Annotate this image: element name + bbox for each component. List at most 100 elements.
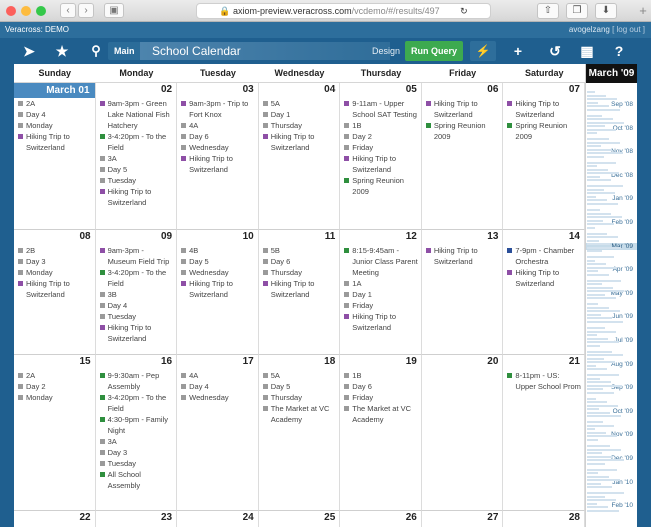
close-window-icon[interactable] — [6, 6, 16, 16]
rocket-icon[interactable]: ➤ — [18, 41, 40, 61]
calendar-event[interactable]: The Market at VC Academy — [262, 403, 337, 425]
calendar-event[interactable]: Friday — [344, 142, 418, 153]
calendar-event[interactable]: Hiking Trip to Switzerland — [99, 186, 174, 208]
calendar-event[interactable]: 9-11am - Upper School SAT Testing — [344, 98, 418, 120]
design-link[interactable]: Design — [372, 42, 400, 60]
calendar-day-cell[interactable]: 02 9am-3pm - Green Lake National Fish Hat… — [95, 83, 178, 230]
calendar-day-cell[interactable]: 20 — [421, 355, 504, 511]
calendar-day-cell[interactable]: 24 — [177, 511, 259, 527]
month-link[interactable]: Jun '09 — [612, 313, 633, 320]
calendar-event[interactable]: 4B — [181, 245, 255, 256]
calendar-event[interactable]: Friday — [344, 300, 418, 311]
calendar-event[interactable]: Hiking Trip to Switzerland — [181, 153, 255, 175]
calendar-event[interactable]: 3-4:20pm - To the Field — [99, 267, 174, 289]
calendar-day-cell[interactable]: 14 7-9pm - Chamber Orchestra Hiking Trip t… — [503, 230, 585, 355]
calendar-event[interactable]: Monday — [18, 120, 92, 131]
calendar-event[interactable]: Monday — [18, 392, 92, 403]
calendar-event[interactable]: 3-4:20pm - To the Field — [99, 131, 174, 153]
calendar-event[interactable]: 8-11pm - US: Upper School Prom — [507, 370, 581, 392]
download-icon[interactable]: ⬇ — [595, 3, 617, 19]
calendar-event[interactable]: 2A — [18, 370, 92, 381]
calendar-event[interactable]: Hiking Trip to Switzerland — [18, 131, 92, 153]
calendar-event[interactable]: Day 5 — [181, 256, 255, 267]
calendar-event[interactable]: Hiking Trip to Switzerland — [181, 278, 255, 300]
bolt-icon[interactable]: ⚡ — [470, 41, 496, 61]
calendar-day-cell[interactable]: 12 8:15-9:45am - Junior Class Parent Meet… — [340, 230, 422, 355]
calendar-event[interactable]: 8:15-9:45am - Junior Class Parent Meetin… — [344, 245, 418, 278]
calendar-event[interactable]: 3A — [99, 153, 174, 164]
calendar-event[interactable]: 1A — [344, 278, 418, 289]
month-link[interactable]: Feb '10 — [612, 502, 633, 509]
calendar-event[interactable]: 9am-3pm - Green Lake National Fish Hatch… — [99, 98, 174, 131]
calendar-event[interactable]: Day 3 — [18, 256, 92, 267]
calendar-event[interactable]: 5A — [262, 98, 337, 109]
calendar-event[interactable]: Friday — [344, 392, 418, 403]
calendar-event[interactable]: 3-4:20pm - To the Field — [99, 392, 174, 414]
calendar-day-cell[interactable]: 19 1B Day 6 Friday The Market at VC Academy — [340, 355, 422, 511]
calendar-day-cell[interactable]: 17 4A Day 4 Wednesday — [177, 355, 259, 511]
calendar-day-cell[interactable]: 22 — [14, 511, 96, 527]
sidebar-icon[interactable]: ▣ — [104, 3, 124, 18]
minimize-window-icon[interactable] — [21, 6, 31, 16]
calendar-day-cell[interactable]: 27 — [422, 511, 504, 527]
calendar-event[interactable]: Hiking Trip to Switzerland — [99, 322, 174, 344]
calendar-event[interactable]: Wednesday — [181, 267, 255, 278]
logout-link[interactable]: [ log out ] — [612, 25, 645, 34]
calendar-day-cell[interactable]: 28 — [503, 511, 585, 527]
calendar-event[interactable]: Spring Reunion 2009 — [507, 120, 581, 142]
address-bar[interactable]: 🔒 axiom-preview.veracross.com/vcdemo/#/r… — [196, 3, 491, 19]
calendar-day-cell[interactable]: 18 5A Day 5 Thursday The Market at VC Academ… — [258, 355, 341, 511]
calendar-event[interactable]: Day 4 — [18, 109, 92, 120]
month-link[interactable]: Sep '08 — [611, 101, 633, 108]
main-button[interactable]: Main — [108, 42, 141, 60]
calendar-event[interactable]: Spring Reunion 2009 — [425, 120, 500, 142]
calendar-event[interactable]: 4:30-9pm - Family Night — [99, 414, 174, 436]
calendar-event[interactable]: 5A — [262, 370, 337, 381]
share-icon[interactable]: ⇧ — [537, 3, 559, 19]
calendar-event[interactable]: Wednesday — [181, 142, 255, 153]
calendar-event[interactable]: Hiking Trip to Switzerland — [344, 311, 418, 333]
calendar-event[interactable]: Hiking Trip to Switzerland — [507, 98, 581, 120]
calendar-event[interactable]: Day 5 — [262, 381, 337, 392]
calendar-day-cell[interactable]: 10 4B Day 5 Wednesday Hiking Trip to Switzer… — [177, 230, 259, 355]
calendar-event[interactable]: Hiking Trip to Switzerland — [344, 153, 418, 175]
calendar-day-cell[interactable]: 09 9am-3pm - Museum Field Trip 3-4:20pm - … — [95, 230, 178, 355]
month-link[interactable]: Jan '09 — [612, 195, 633, 202]
calendar-event[interactable]: Hiking Trip to Switzerland — [425, 98, 500, 120]
calendar-event[interactable]: Thursday — [262, 267, 337, 278]
calendar-event[interactable]: The Market at VC Academy — [344, 403, 418, 425]
calendar-event[interactable]: Tuesday — [99, 175, 174, 186]
tabs-icon[interactable]: ❐ — [566, 3, 588, 19]
calendar-event[interactable]: 9-9:30am - Pep Assembly — [99, 370, 174, 392]
grid-icon[interactable]: ▦ — [576, 41, 598, 61]
calendar-day-cell[interactable]: 04 5A Day 1 Thursday Hiking Trip to Switzerl… — [258, 83, 341, 230]
calendar-event[interactable]: 2A — [18, 98, 92, 109]
calendar-event[interactable]: Day 2 — [18, 381, 92, 392]
calendar-event[interactable]: Day 1 — [262, 109, 337, 120]
calendar-event[interactable]: Day 4 — [181, 381, 255, 392]
calendar-event[interactable]: Tuesday — [99, 311, 174, 322]
calendar-event[interactable]: 2B — [18, 245, 92, 256]
calendar-day-cell[interactable]: 21 8-11pm - US: Upper School Prom — [503, 355, 585, 511]
calendar-day-cell[interactable]: 13 Hiking Trip to Switzerland — [421, 230, 504, 355]
calendar-event[interactable]: 1B — [344, 370, 418, 381]
calendar-event[interactable]: Hiking Trip to Switzerland — [425, 245, 500, 267]
calendar-event[interactable]: 5B — [262, 245, 337, 256]
calendar-day-cell[interactable]: 23 — [96, 511, 178, 527]
search-icon[interactable]: ⚲ — [86, 41, 106, 61]
star-icon[interactable]: ★ — [51, 41, 73, 61]
back-icon[interactable]: ‹ — [60, 3, 76, 18]
calendar-event[interactable]: Day 6 — [344, 381, 418, 392]
calendar-event[interactable]: Day 6 — [181, 131, 255, 142]
plus-icon[interactable]: + — [508, 41, 528, 61]
calendar-event[interactable]: 9am-3pm - Museum Field Trip — [99, 245, 174, 267]
calendar-event[interactable]: 1B — [344, 120, 418, 131]
calendar-event[interactable]: 4A — [181, 120, 255, 131]
calendar-event[interactable]: All School Assembly — [99, 469, 174, 491]
calendar-event[interactable]: Day 4 — [99, 300, 174, 311]
calendar-event[interactable]: Day 3 — [99, 447, 174, 458]
run-query-button[interactable]: Run Query — [405, 41, 463, 61]
calendar-event[interactable]: Wednesday — [181, 392, 255, 403]
calendar-event[interactable]: Monday — [18, 267, 92, 278]
calendar-event[interactable]: Thursday — [262, 392, 337, 403]
